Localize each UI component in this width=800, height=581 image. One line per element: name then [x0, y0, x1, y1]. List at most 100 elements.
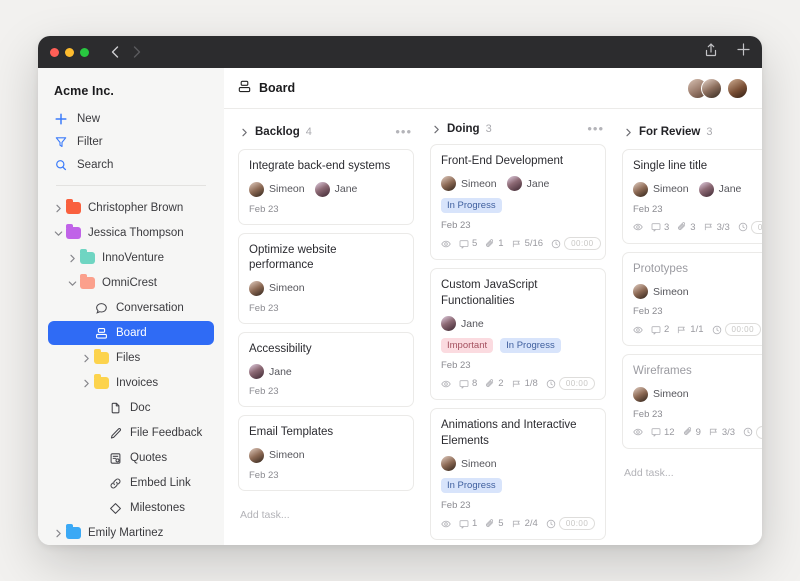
- attachment-count: 2: [485, 378, 504, 389]
- chevron-right-icon[interactable]: [432, 125, 441, 134]
- sidebar-item-invoices[interactable]: Invoices: [48, 371, 214, 395]
- column-menu-button[interactable]: •••: [395, 125, 412, 138]
- sidebar-item-innoventure[interactable]: InnoVenture: [48, 246, 214, 270]
- time-tracker[interactable]: 00:00: [743, 425, 762, 439]
- sidebar-item-conversation[interactable]: Conversation: [48, 296, 214, 320]
- task-card[interactable]: Wireframes Simeon Feb 2312 9 3/3 00:00: [622, 354, 762, 449]
- sidebar-action-filter[interactable]: Filter: [48, 131, 214, 154]
- time-tracker[interactable]: 00:00: [738, 220, 762, 234]
- add-icon[interactable]: [737, 43, 750, 61]
- chevron-right-icon[interactable]: [78, 354, 94, 363]
- sidebar-item-embed-link[interactable]: Embed Link: [48, 471, 214, 495]
- task-card[interactable]: Optimize website performance Simeon Feb 23: [238, 232, 414, 324]
- sidebar-item-label: File Feedback: [130, 427, 203, 439]
- sidebar-item-file-feedback[interactable]: File Feedback: [48, 421, 214, 445]
- task-card[interactable]: Prototypes Simeon Feb 23 2 1/1 00:00: [622, 251, 762, 347]
- task-date: Feb 23: [249, 302, 279, 314]
- assignee[interactable]: Jane: [506, 176, 549, 192]
- task-card[interactable]: Integrate back-end systems Simeon Jane Feb …: [238, 149, 414, 225]
- add-task-button[interactable]: Add task...: [238, 499, 414, 531]
- chevron-right-icon[interactable]: [50, 529, 66, 538]
- card-list: Integrate back-end systems Simeon Jane Feb …: [238, 145, 414, 531]
- board-icon: [94, 327, 109, 340]
- checklist-progress: 2/4: [512, 518, 538, 529]
- time-tracker[interactable]: 00:00: [551, 237, 601, 251]
- navigation-arrows[interactable]: [111, 46, 141, 58]
- column-menu-button[interactable]: •••: [587, 122, 604, 135]
- sidebar-item-milestones[interactable]: Milestones: [48, 496, 214, 520]
- sidebar-item-christopher-brown[interactable]: Christopher Brown: [48, 196, 214, 220]
- assignee[interactable]: Jane: [249, 364, 292, 380]
- assignee[interactable]: Simeon: [633, 284, 689, 300]
- assignee[interactable]: Simeon: [249, 181, 305, 197]
- avatar[interactable]: [727, 77, 748, 99]
- avatar[interactable]: [701, 77, 722, 99]
- minimize-window-button[interactable]: [65, 47, 74, 57]
- chevron-right-icon[interactable]: [240, 128, 249, 137]
- sidebar-item-omnicrest[interactable]: OmniCrest: [48, 271, 214, 295]
- sidebar-item-doc[interactable]: Doc: [48, 396, 214, 420]
- checklist-progress: 1/1: [677, 324, 704, 335]
- forward-arrow-icon[interactable]: [133, 46, 141, 58]
- assignee[interactable]: Jane: [314, 181, 357, 197]
- task-card[interactable]: Custom JavaScript Functionalities Jane Imp…: [430, 268, 606, 401]
- assignee[interactable]: Jane: [441, 316, 484, 332]
- task-date: Feb 23: [249, 469, 279, 481]
- watch-icon: [441, 379, 451, 389]
- sidebar-item-quotes[interactable]: Quotes: [48, 446, 214, 470]
- status-badge[interactable]: In Progress: [441, 478, 502, 494]
- chevron-right-icon[interactable]: [50, 204, 66, 213]
- sidebar-item-files[interactable]: Files: [48, 346, 214, 370]
- sidebar-item-emily-martinez[interactable]: Emily Martinez: [48, 521, 214, 545]
- assignee[interactable]: Simeon: [633, 386, 689, 402]
- time-tracker[interactable]: 00:00: [546, 517, 596, 531]
- sidebar-item-label: Doc: [130, 402, 151, 414]
- task-card[interactable]: Single line titleSimeonJaneFeb 23333/300…: [622, 149, 762, 244]
- assignee[interactable]: Simeon: [441, 456, 497, 472]
- task-title: Prototypes: [633, 262, 688, 275]
- share-icon[interactable]: [705, 42, 717, 62]
- assignee[interactable]: Simeon: [633, 181, 689, 197]
- folder-icon: [80, 249, 95, 264]
- sidebar-action-new[interactable]: New: [48, 108, 214, 131]
- chevron-right-icon[interactable]: [624, 128, 633, 137]
- back-arrow-icon[interactable]: [111, 46, 119, 58]
- task-card[interactable]: Animations and Interactive Elements Simeo…: [430, 408, 606, 541]
- status-badge[interactable]: In Progress: [441, 198, 502, 214]
- time-tracker[interactable]: 00:00: [546, 377, 596, 391]
- watch-icon: [633, 222, 643, 232]
- chevron-down-icon[interactable]: [50, 229, 66, 238]
- task-title: Integrate back-end systems: [249, 160, 391, 172]
- assignee[interactable]: Simeon: [249, 280, 305, 296]
- maximize-window-button[interactable]: [80, 47, 89, 57]
- assignee[interactable]: Jane: [698, 181, 742, 197]
- sidebar-action-search[interactable]: Search: [48, 153, 214, 176]
- time-tracker[interactable]: 00:00: [712, 323, 762, 337]
- task-title: Animations and Interactive Elements: [441, 419, 577, 447]
- task-card[interactable]: Front-End Development Simeon Jane In Progre…: [430, 143, 606, 261]
- checklist-value: 2/4: [524, 518, 538, 530]
- task-card[interactable]: Accessibility Jane Feb 23: [238, 331, 414, 408]
- add-task-button[interactable]: Add task...: [622, 457, 762, 489]
- chevron-right-icon[interactable]: [78, 379, 94, 388]
- status-badge[interactable]: In Progress: [500, 338, 561, 354]
- task-date: Feb 23: [249, 386, 279, 398]
- task-card[interactable]: Email Templates Simeon Feb 23: [238, 415, 414, 491]
- member-avatars[interactable]: [687, 77, 748, 99]
- checklist-progress: 1/8: [512, 378, 538, 389]
- sidebar-item-jessica-thompson[interactable]: Jessica Thompson: [48, 221, 214, 245]
- task-assignees: Simeon: [441, 456, 595, 472]
- assignee[interactable]: Simeon: [249, 447, 305, 463]
- assignee-name: Jane: [718, 183, 742, 196]
- chevron-right-icon[interactable]: [64, 254, 80, 263]
- title-bar: [38, 36, 762, 68]
- chevron-down-icon[interactable]: [64, 279, 80, 288]
- sidebar-item-board[interactable]: Board: [48, 321, 214, 345]
- comment-count-value: 5: [472, 238, 478, 250]
- status-badge[interactable]: Important: [441, 338, 494, 354]
- board-column-for-review: For Review3•••Single line titleSimeonJan…: [622, 119, 762, 545]
- close-window-button[interactable]: [50, 47, 59, 57]
- sidebar-item-label: Files: [116, 352, 141, 364]
- assignee[interactable]: Simeon: [441, 176, 497, 192]
- window-controls[interactable]: [50, 47, 89, 57]
